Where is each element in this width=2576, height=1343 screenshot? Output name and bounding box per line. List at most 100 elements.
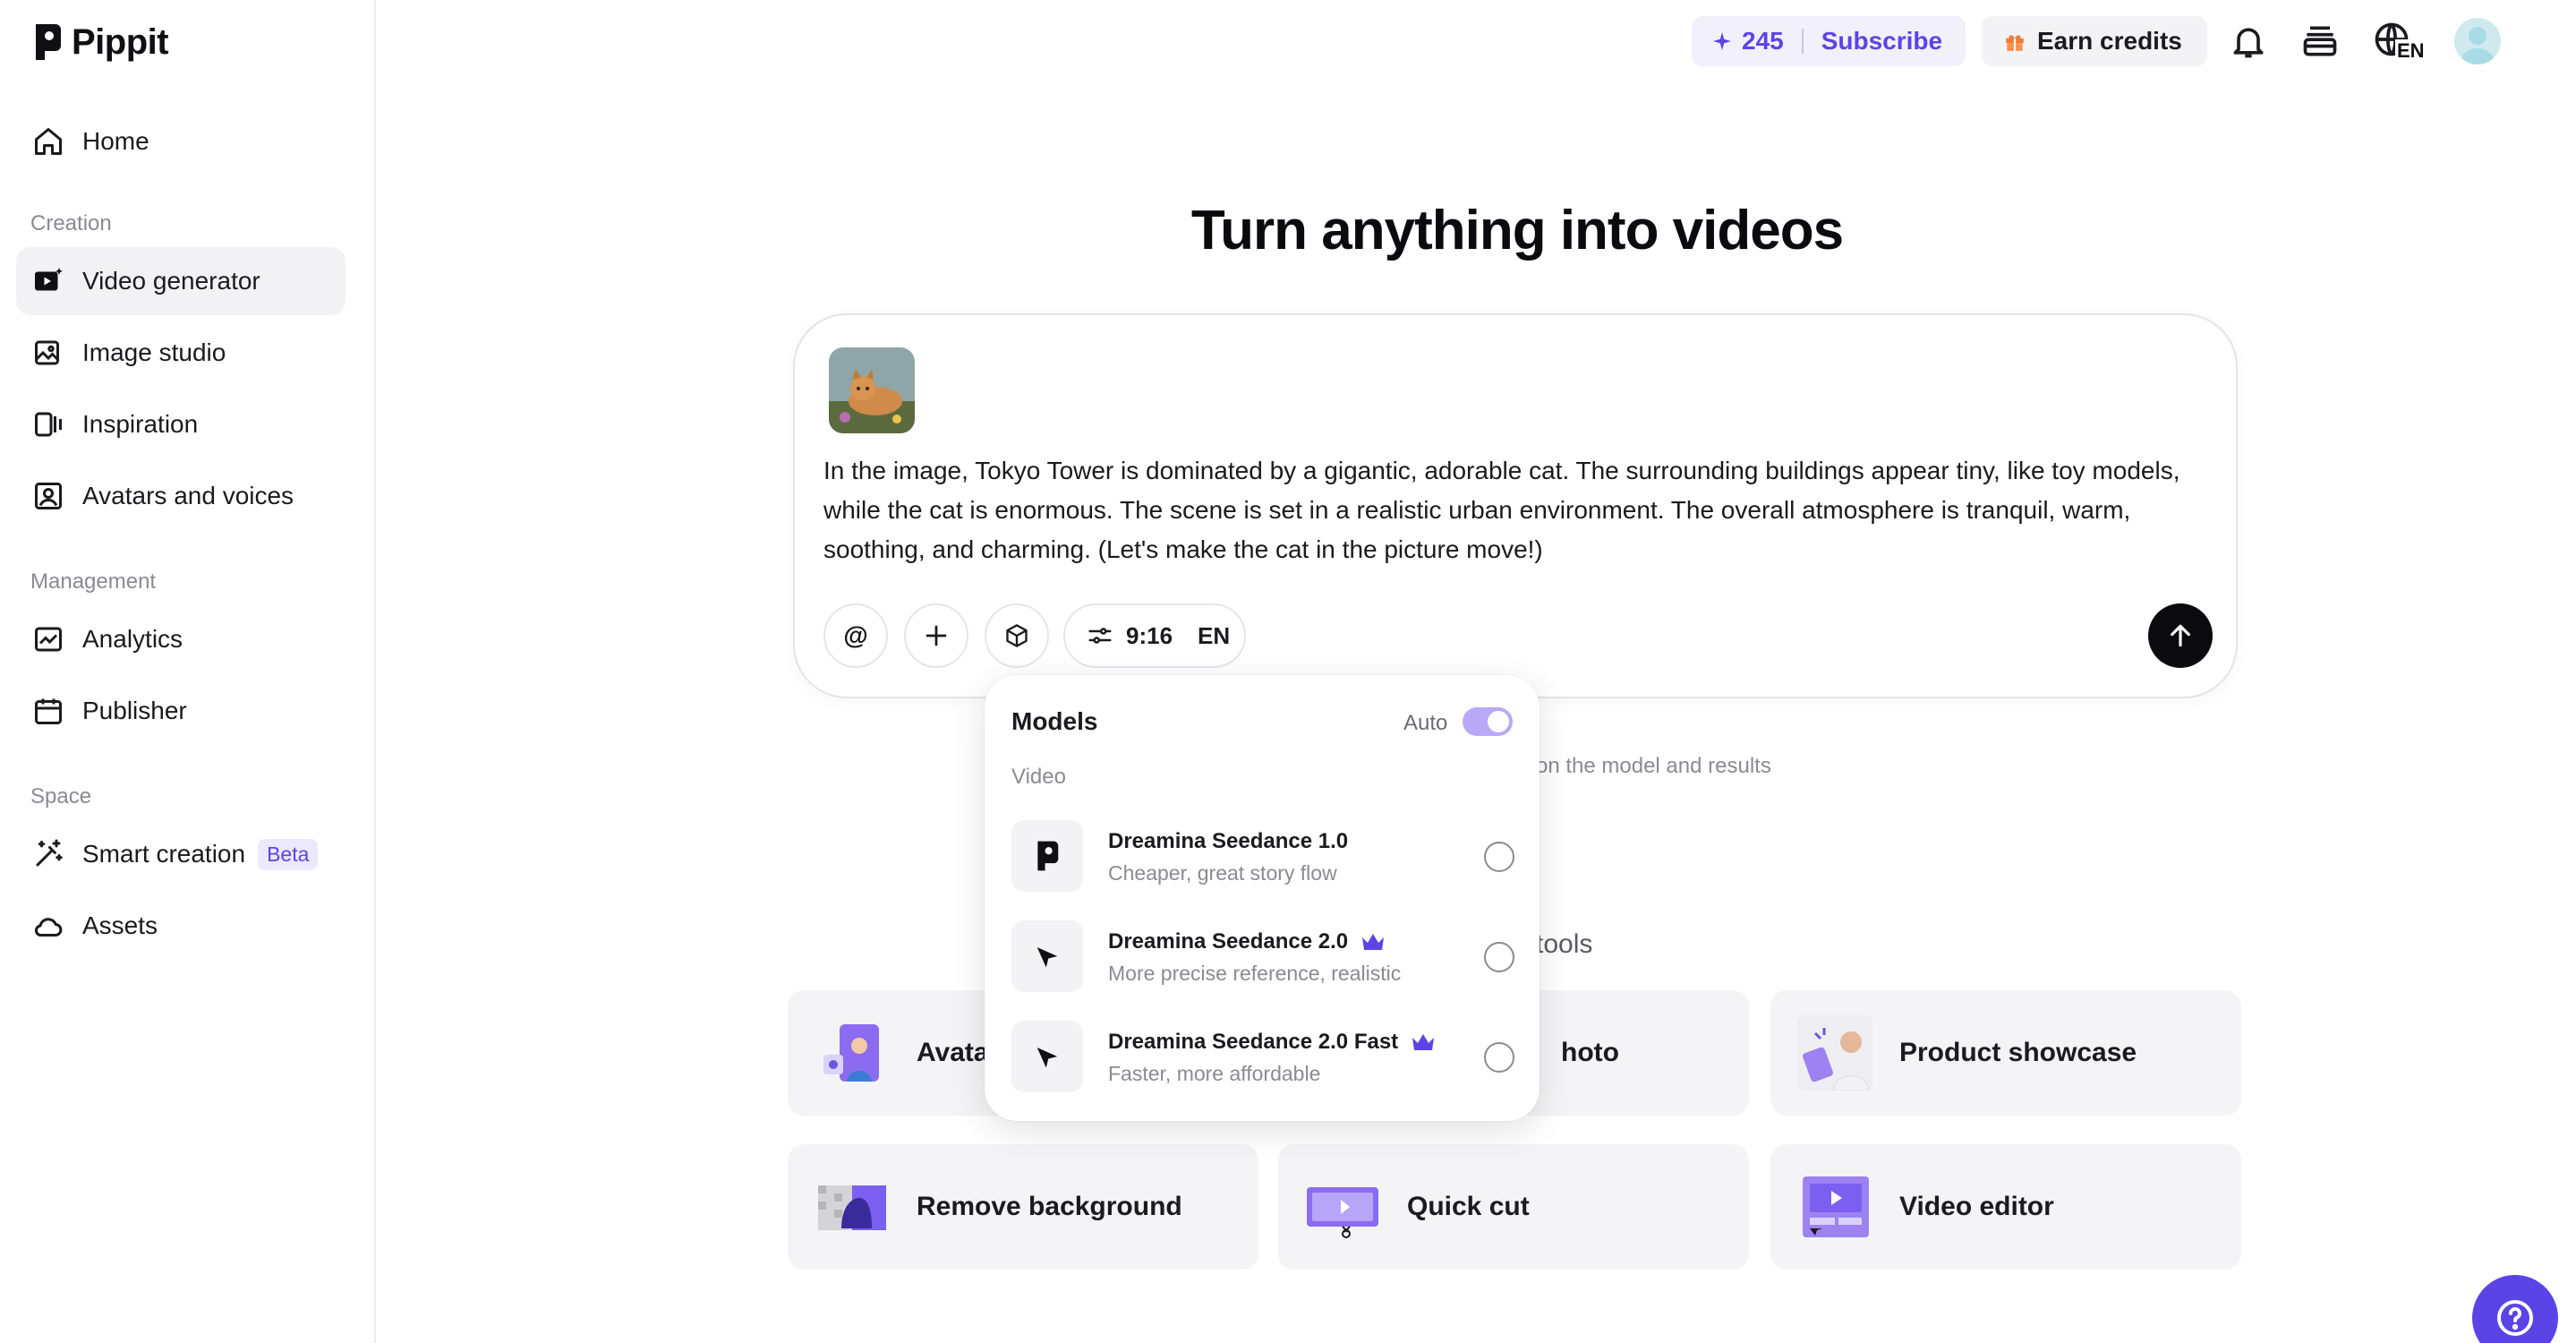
sidebar-item-video-generator[interactable]: Video generator: [16, 247, 345, 315]
gift-icon: [2006, 35, 2024, 51]
aspect-ratio-value: 9:16: [1126, 621, 1173, 649]
avatar[interactable]: [2454, 18, 2501, 64]
avatar-video-icon: [823, 1024, 879, 1082]
section-management: Management: [30, 569, 157, 594]
model-name: Dreamina Seedance 2.0: [1108, 929, 1386, 954]
model-radio[interactable]: [1484, 1042, 1514, 1073]
model-option-seedance-2-0[interactable]: Dreamina Seedance 2.0 More precise refer…: [1011, 920, 1514, 992]
sliders-icon: [1088, 628, 1112, 644]
tile-label: Product showcase: [1899, 1038, 2137, 1067]
sidebar-item-label: Home: [82, 127, 149, 155]
dreamina-icon: [1036, 1048, 1058, 1068]
layers-icon[interactable]: [2300, 21, 2340, 61]
tile-label: Quick cut: [1407, 1192, 1530, 1221]
inspiration-icon: [35, 412, 62, 437]
tile-label: hoto: [1561, 1038, 1619, 1067]
video-editor-icon: [1803, 1176, 1869, 1237]
send-button[interactable]: [2148, 603, 2213, 668]
question-icon: [2497, 1300, 2533, 1336]
sidebar-item-analytics[interactable]: Analytics: [16, 605, 345, 673]
image-studio-icon: [35, 340, 59, 365]
model-icon: [1011, 1021, 1083, 1092]
tools-heading: tools: [1536, 929, 1593, 959]
calendar-icon: [35, 698, 62, 724]
crown-icon: [1362, 934, 1385, 950]
sidebar: Pippit Home Creation Video generator Ima…: [0, 0, 376, 1343]
quick-cut-icon: [1307, 1187, 1378, 1238]
at-icon: @: [843, 621, 868, 649]
beta-badge: Beta: [258, 838, 319, 870]
add-button[interactable]: [904, 603, 968, 668]
tile-label: Remove background: [917, 1192, 1182, 1221]
language-value: EN: [1198, 621, 1231, 649]
cat-image: [829, 347, 915, 433]
model-name: Dreamina Seedance 2.0 Fast: [1108, 1030, 1436, 1055]
bell-icon[interactable]: [2229, 21, 2268, 61]
model-description: Faster, more affordable: [1108, 1062, 1321, 1085]
credits-subscribe-pill[interactable]: 245 Subscribe: [1692, 16, 1966, 66]
earn-credits-button[interactable]: Earn credits: [1982, 16, 2207, 66]
tile-label: Video editor: [1899, 1192, 2054, 1221]
sidebar-item-publisher[interactable]: Publisher: [16, 677, 345, 745]
sidebar-item-smart-creation[interactable]: Smart creation Beta: [16, 820, 345, 888]
dreamina-icon: [1036, 947, 1058, 968]
crown-icon: [1412, 1034, 1435, 1050]
sidebar-item-label: Analytics: [82, 625, 183, 653]
app-logo[interactable]: Pippit: [32, 21, 169, 63]
page-title: Turn anything into videos: [1190, 200, 1844, 261]
tile-video-editor[interactable]: Video editor: [1770, 1144, 2241, 1270]
model-hint-text: on the model and results: [1536, 754, 1771, 778]
analytics-icon: [35, 627, 62, 652]
sidebar-item-assets[interactable]: Assets: [16, 892, 345, 960]
sidebar-item-label: Image studio: [82, 338, 226, 366]
models-title: Models: [1011, 707, 1098, 735]
model-radio[interactable]: [1484, 942, 1514, 972]
model-icon: [1011, 820, 1083, 892]
pippit-logo-icon: [36, 24, 61, 60]
magic-wand-icon: [36, 839, 63, 867]
tile-product-showcase[interactable]: Product showcase: [1770, 990, 2241, 1116]
credits-count: 245: [1742, 27, 1784, 55]
mention-button[interactable]: @: [823, 603, 888, 668]
model-option-seedance-2-0-fast[interactable]: Dreamina Seedance 2.0 Fast Faster, more …: [1011, 1021, 1514, 1092]
model-option-seedance-1-0[interactable]: Dreamina Seedance 1.0 Cheaper, great sto…: [1011, 820, 1514, 892]
product-showcase-icon: [1797, 1015, 1872, 1091]
sidebar-item-label: Assets: [82, 911, 158, 939]
remove-background-icon: [818, 1185, 886, 1230]
cloud-icon: [34, 918, 63, 937]
sidebar-item-image-studio[interactable]: Image studio: [16, 319, 345, 387]
video-generator-icon: [35, 268, 63, 291]
model-radio[interactable]: [1484, 842, 1514, 872]
sidebar-item-label: Smart creation: [82, 840, 246, 868]
sidebar-item-label: Inspiration: [82, 410, 199, 438]
model-selector-button[interactable]: [985, 603, 1049, 668]
arrow-up-icon: [2171, 624, 2190, 647]
section-creation: Creation: [30, 211, 112, 235]
sidebar-item-avatars-and-voices[interactable]: Avatars and voices: [16, 462, 345, 530]
auto-toggle[interactable]: [1463, 707, 1513, 736]
model-description: More precise reference, realistic: [1108, 962, 1402, 985]
subscribe-button[interactable]: Subscribe: [1821, 27, 1942, 56]
app-name: Pippit: [72, 21, 169, 62]
tile-quick-cut[interactable]: Quick cut: [1278, 1144, 1749, 1270]
help-button[interactable]: [2472, 1275, 2558, 1343]
uploaded-image-thumbnail[interactable]: [829, 347, 915, 433]
plus-icon: [925, 625, 947, 646]
cube-icon: [1006, 624, 1028, 647]
tile-remove-background[interactable]: Remove background: [788, 1144, 1258, 1270]
prompt-input[interactable]: In the image, Tokyo Tower is dominated b…: [823, 451, 2220, 569]
pippit-logo-icon: [1037, 841, 1059, 871]
sparkle-icon: [1713, 32, 1731, 50]
tile-label: Avata: [917, 1038, 989, 1067]
sidebar-item-inspiration[interactable]: Inspiration: [16, 390, 345, 458]
language-switcher[interactable]: EN: [2372, 18, 2429, 68]
sidebar-item-label: Publisher: [82, 697, 187, 724]
earn-credits-label: Earn credits: [2037, 27, 2182, 55]
model-icon: [1011, 920, 1083, 992]
video-settings-button[interactable]: 9:16 EN: [1063, 603, 1246, 668]
section-space: Space: [30, 784, 92, 808]
sidebar-item-label: Video generator: [82, 267, 260, 295]
home-icon: [35, 128, 62, 155]
models-category: Video: [1011, 765, 1066, 789]
sidebar-item-home[interactable]: Home: [16, 107, 345, 175]
